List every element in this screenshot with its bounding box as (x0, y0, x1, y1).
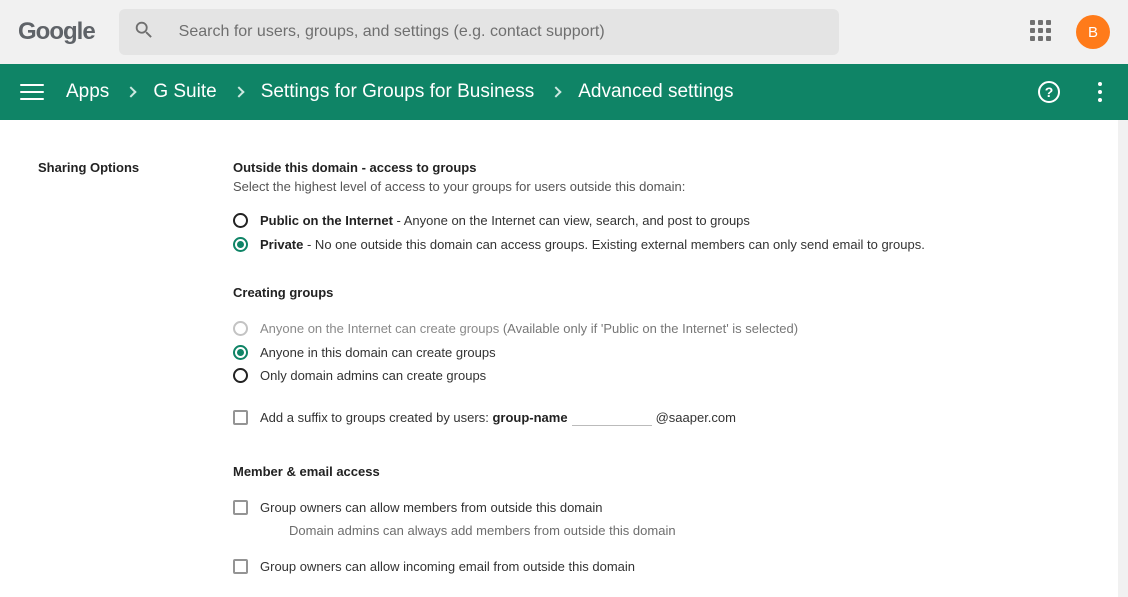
anyone-create-label: Anyone on the Internet can create groups (260, 321, 499, 336)
section-heading-column: Sharing Options (38, 160, 233, 597)
checkbox-label: Group owners can allow incoming email fr… (260, 558, 635, 576)
radio-icon-disabled (233, 321, 248, 336)
creating-groups-title: Creating groups (233, 285, 1080, 300)
breadcrumb-settings-groups[interactable]: Settings for Groups for Business (261, 81, 535, 103)
settings-body: Outside this domain - access to groups S… (233, 160, 1128, 597)
outside-access-subtitle: Select the highest level of access to yo… (233, 179, 1080, 194)
private-desc: - No one outside this domain can access … (303, 237, 924, 252)
private-label: Private (260, 237, 303, 252)
checkbox-allow-external-email[interactable]: Group owners can allow incoming email fr… (233, 558, 1080, 576)
radio-only-admins-create[interactable]: Only domain admins can create groups (233, 367, 1080, 385)
search-box[interactable] (119, 9, 839, 55)
radio-anyone-internet-create: Anyone on the Internet can create groups… (233, 320, 1080, 338)
radio-label: Public on the Internet - Anyone on the I… (260, 212, 750, 230)
radio-icon-selected[interactable] (233, 345, 248, 360)
anyone-create-note: (Available only if 'Public on the Intern… (499, 321, 798, 336)
member-email-title: Member & email access (233, 464, 1080, 479)
suffix-domain: @saaper.com (656, 410, 736, 425)
breadcrumb-advanced-settings: Advanced settings (578, 81, 733, 103)
radio-icon[interactable] (233, 368, 248, 383)
external-members-note: Domain admins can always add members fro… (289, 523, 1080, 538)
checkbox-icon[interactable] (233, 500, 248, 515)
suffix-bold: group-name (492, 410, 567, 425)
search-input[interactable] (179, 23, 825, 41)
breadcrumb-bar: Apps G Suite Settings for Groups for Bus… (0, 64, 1128, 120)
radio-anyone-domain-create[interactable]: Anyone in this domain can create groups (233, 344, 1080, 362)
outside-access-title: Outside this domain - access to groups (233, 160, 1080, 175)
suffix-pre: Add a suffix to groups created by users: (260, 410, 492, 425)
chevron-right-icon (126, 86, 137, 97)
radio-label: Anyone in this domain can create groups (260, 344, 496, 362)
help-icon[interactable]: ? (1038, 81, 1060, 103)
apps-grid-icon[interactable] (1030, 20, 1054, 44)
radio-private[interactable]: Private - No one outside this domain can… (233, 236, 1080, 254)
suffix-input[interactable] (572, 410, 652, 426)
public-desc: - Anyone on the Internet can view, searc… (393, 213, 750, 228)
public-label: Public on the Internet (260, 213, 393, 228)
checkbox-label: Add a suffix to groups created by users:… (260, 409, 736, 427)
top-bar: Google B (0, 0, 1128, 64)
sharing-options-heading: Sharing Options (38, 160, 233, 175)
menu-icon[interactable] (20, 80, 44, 104)
radio-icon-selected[interactable] (233, 237, 248, 252)
breadcrumb-apps[interactable]: Apps (66, 81, 109, 103)
google-logo: Google (18, 18, 95, 46)
radio-public-internet[interactable]: Public on the Internet - Anyone on the I… (233, 212, 1080, 230)
chevron-right-icon (551, 86, 562, 97)
radio-icon[interactable] (233, 213, 248, 228)
settings-page: Sharing Options Outside this domain - ac… (0, 120, 1128, 597)
checkbox-icon[interactable] (233, 410, 248, 425)
checkbox-icon[interactable] (233, 559, 248, 574)
checkbox-add-suffix[interactable]: Add a suffix to groups created by users:… (233, 409, 1080, 427)
radio-label: Anyone on the Internet can create groups… (260, 320, 798, 338)
radio-label: Private - No one outside this domain can… (260, 236, 925, 254)
checkbox-allow-external-members[interactable]: Group owners can allow members from outs… (233, 499, 1080, 517)
breadcrumb-gsuite[interactable]: G Suite (153, 81, 216, 103)
scrollbar[interactable] (1118, 120, 1128, 597)
account-avatar[interactable]: B (1076, 15, 1110, 49)
search-icon (133, 19, 155, 46)
radio-label: Only domain admins can create groups (260, 367, 486, 385)
overflow-menu-icon[interactable] (1088, 82, 1112, 102)
chevron-right-icon (233, 86, 244, 97)
breadcrumb: Apps G Suite Settings for Groups for Bus… (66, 81, 1038, 103)
checkbox-label: Group owners can allow members from outs… (260, 499, 602, 517)
